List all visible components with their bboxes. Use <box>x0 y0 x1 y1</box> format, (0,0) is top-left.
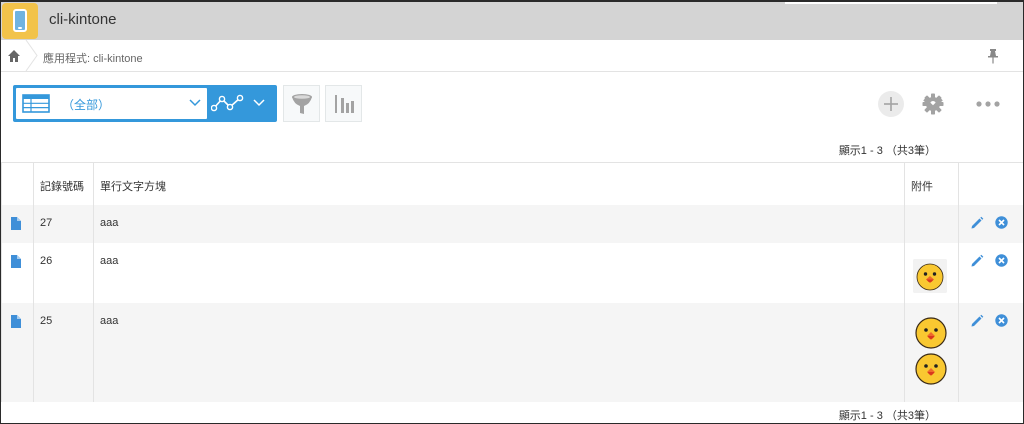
view-dropdown[interactable]: （全部） <box>16 88 207 119</box>
breadcrumb-app-link[interactable]: 應用程式: cli-kintone <box>43 50 143 66</box>
graph-button[interactable] <box>325 85 362 122</box>
edit-icon[interactable] <box>970 314 984 328</box>
filter-icon <box>292 94 312 114</box>
table-header-row: 記錄號碼 單行文字方塊 附件 <box>1 162 1023 205</box>
attachment-cell <box>904 302 959 402</box>
home-icon[interactable] <box>7 49 21 63</box>
pin-icon[interactable] <box>987 48 999 64</box>
attachment-thumbnail[interactable] <box>915 352 947 385</box>
attachment-cell <box>904 242 959 303</box>
column-header-record-number[interactable]: 記錄號碼 <box>33 162 94 205</box>
breadcrumb-separator <box>25 40 38 71</box>
app-title: cli-kintone <box>49 11 117 28</box>
graph-chevron-down-icon[interactable] <box>253 98 265 108</box>
row-actions <box>958 204 1023 243</box>
text-value: aaa <box>93 204 905 243</box>
line-graph-icon[interactable] <box>211 94 244 114</box>
chevron-down-icon <box>189 99 201 107</box>
delete-icon[interactable] <box>995 215 1008 229</box>
table-row: 26 aaa <box>1 242 1023 303</box>
column-header-text[interactable]: 單行文字方塊 <box>93 162 905 205</box>
text-value: aaa <box>93 302 905 402</box>
settings-chevron-down-icon <box>923 97 943 111</box>
column-header <box>1 162 34 205</box>
record-number: 27 <box>33 204 94 243</box>
title-bar: cli-kintone <box>1 2 1023 40</box>
more-icon[interactable] <box>975 98 1001 110</box>
table-icon <box>22 94 50 113</box>
records-table: 記錄號碼 單行文字方塊 附件 27 aaa 26 aaa 25 aaa <box>1 162 1023 402</box>
app-window: cli-kintone 應用程式: cli-kintone （全部） 顯示1 -… <box>0 0 1024 424</box>
table-row: 27 aaa <box>1 204 1023 243</box>
bar-chart-icon <box>335 95 354 113</box>
attachment-cell <box>904 204 959 243</box>
record-detail-icon[interactable] <box>11 314 21 328</box>
edit-icon[interactable] <box>970 216 984 230</box>
view-selected-label: （全部） <box>62 98 111 112</box>
record-detail-icon[interactable] <box>11 254 21 268</box>
record-number: 25 <box>33 302 94 402</box>
text-value: aaa <box>93 242 905 303</box>
pagination-info-top: 顯示1 - 3 （共3筆） <box>838 145 936 157</box>
row-actions <box>958 302 1023 402</box>
table-row: 25 aaa <box>1 302 1023 402</box>
breadcrumb: 應用程式: cli-kintone <box>1 40 1023 72</box>
filter-button[interactable] <box>283 85 320 122</box>
attachment-thumbnail[interactable] <box>915 316 947 349</box>
mobile-phone-icon <box>2 3 38 39</box>
pagination-info-bottom: 顯示1 - 3 （共3筆） <box>838 410 936 422</box>
settings-button[interactable] <box>920 91 958 117</box>
plus-icon <box>884 97 898 111</box>
record-number: 26 <box>33 242 94 303</box>
column-header-attachment[interactable]: 附件 <box>904 162 959 205</box>
view-selector: （全部） <box>13 85 277 122</box>
record-detail-icon[interactable] <box>11 216 21 230</box>
delete-icon[interactable] <box>995 253 1008 267</box>
column-header <box>958 162 1023 205</box>
row-actions <box>958 242 1023 303</box>
edit-icon[interactable] <box>970 254 984 268</box>
add-record-button[interactable] <box>878 91 904 117</box>
delete-icon[interactable] <box>995 313 1008 327</box>
attachment-thumbnail[interactable] <box>913 258 947 293</box>
